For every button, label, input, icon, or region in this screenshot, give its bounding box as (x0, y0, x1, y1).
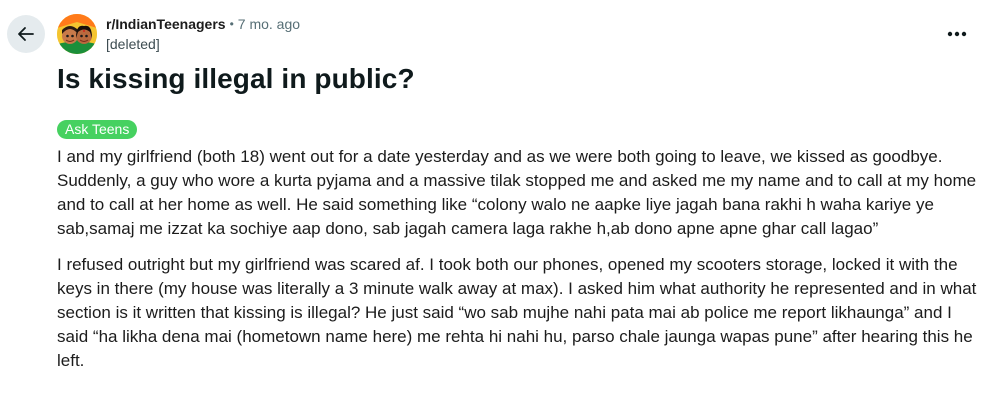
post-meta-top: r/IndianTeenagers • 7 mo. ago (106, 15, 300, 34)
post-paragraph: I refused outright but my girlfriend was… (57, 255, 977, 370)
post-age: 7 mo. ago (237, 16, 301, 32)
post-title: Is kissing illegal in public? (57, 63, 415, 94)
subreddit-avatar-image (57, 14, 97, 54)
subreddit-avatar[interactable] (57, 14, 97, 54)
arrow-left-icon (18, 27, 34, 41)
post-paragraph: I and my girlfriend (both 18) went out f… (57, 147, 977, 238)
back-button[interactable] (7, 15, 45, 53)
more-options-button[interactable] (945, 22, 969, 46)
meta-separator: • (229, 17, 234, 31)
subreddit-link[interactable]: r/IndianTeenagers (106, 15, 226, 34)
ellipsis-horizontal-icon (947, 31, 967, 37)
post-body: I and my girlfriend (both 18) went out f… (57, 145, 977, 385)
post-meta: r/IndianTeenagers • 7 mo. ago [deleted] (106, 15, 300, 54)
post-author: [deleted] (106, 36, 160, 52)
post-flair[interactable]: Ask Teens (57, 120, 138, 139)
